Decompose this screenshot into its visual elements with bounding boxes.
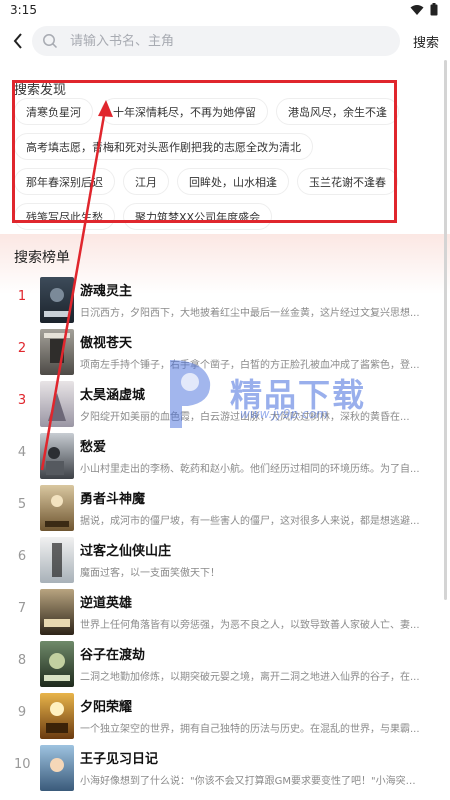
ranking-item[interactable]: 5 勇者斗神魔 据说，成河市的僵尸坡，有一些害人的僵尸，这对很多人来说，都是想逃… [0,483,450,535]
book-cover [40,589,74,635]
book-title: 游魂灵主 [80,284,133,299]
status-icons [410,3,438,16]
book-description: 小山村里走出的李杨、乾药和赵小航。他们经历过相同的环境历练。为了自... [80,464,420,475]
search-row: 搜索 [0,22,450,60]
status-bar: 3:15 [0,0,450,22]
search-button[interactable]: 搜索 [413,32,439,51]
book-cover [40,641,74,687]
book-title: 太昊涵虚城 [80,388,146,403]
back-button[interactable] [8,30,28,52]
book-title: 愁爱 [80,440,107,455]
rank-number: 10 [14,757,31,772]
book-description: 魔面过客，以一支面笑傲天下！ [80,568,220,579]
book-description: 小海好像想到了什么说："你该不会又打算跟GM要求要变性了吧！"小海突然... [80,776,420,787]
book-description: 世界上任何角落皆有以旁惩强，为恶不良之人，以致导致善人家破人亡、妻... [80,620,420,631]
book-cover [40,693,74,739]
book-title: 勇者斗神魔 [80,492,146,507]
rank-number: 4 [17,445,27,460]
ranking-item[interactable]: 9 夕阳荣耀 一个独立架空的世界，拥有自己独特的历法与历史。在混乱的世界，与果霸… [0,691,450,743]
rank-number: 8 [17,653,27,668]
rank-number: 9 [17,705,27,720]
search-input[interactable] [70,26,390,56]
rank-number: 3 [17,393,27,408]
book-cover [40,537,74,583]
scrollbar[interactable] [444,60,447,600]
ranking-item[interactable]: 1 游魂灵主 日沉西方，夕阳西下，大地披着红尘中最后一丝金黄，这片经过文复兴思想… [0,275,450,327]
ranking-title: 搜索榜单 [14,250,70,266]
ranking-item[interactable]: 10 王子见习日记 小海好像想到了什么说："你该不会又打算跟GM要求要变性了吧！… [0,743,450,795]
battery-icon [430,3,438,16]
ranking-item[interactable]: 8 谷子在渡劫 二洞之地勤加修炼，以期突破元婴之境，离开二洞之地进入仙界的谷子，… [0,639,450,691]
rank-number: 6 [17,549,27,564]
ranking-item[interactable]: 7 逆道英雄 世界上任何角落皆有以旁惩强，为恶不良之人，以致导致善人家破人亡、妻… [0,587,450,639]
book-title: 逆道英雄 [80,596,133,611]
book-cover [40,381,74,427]
chevron-left-icon [13,33,22,49]
rank-number: 2 [17,341,27,356]
book-description: 二洞之地勤加修炼，以期突破元婴之境，离开二洞之地进入仙界的谷子，在... [80,672,420,683]
status-time: 3:15 [10,3,37,17]
ranking-item[interactable]: 6 过客之仙侠山庄 魔面过客，以一支面笑傲天下！ [0,535,450,587]
highlight-box [12,80,397,223]
book-title: 过客之仙侠山庄 [80,544,172,559]
book-description: 日沉西方，夕阳西下，大地披着红尘中最后一丝金黄，这片经过文复兴思想... [80,308,420,319]
watermark-logo-icon [170,360,211,428]
watermark-url: www.jy9p.com [240,407,328,421]
book-cover [40,433,74,479]
wifi-icon [410,4,424,15]
book-cover [40,329,74,375]
book-cover [40,277,74,323]
book-title: 夕阳荣耀 [80,700,133,715]
book-title: 王子见习日记 [80,752,159,767]
book-cover [40,745,74,791]
book-description: 一个独立架空的世界，拥有自己独特的历法与历史。在混乱的世界，与果霸... [80,724,420,735]
book-cover [40,485,74,531]
book-title: 谷子在渡劫 [80,648,146,663]
rank-number: 5 [17,497,27,512]
rank-number: 1 [17,289,27,304]
search-box[interactable] [32,26,400,56]
book-description: 据说，成河市的僵尸坡，有一些害人的僵尸，这对很多人来说，都是想逃避... [80,516,420,527]
rank-number: 7 [17,601,27,616]
search-icon [43,34,58,49]
book-title: 傲视苍天 [80,336,133,351]
watermark: 精品下载 www.jy9p.com [160,350,380,440]
